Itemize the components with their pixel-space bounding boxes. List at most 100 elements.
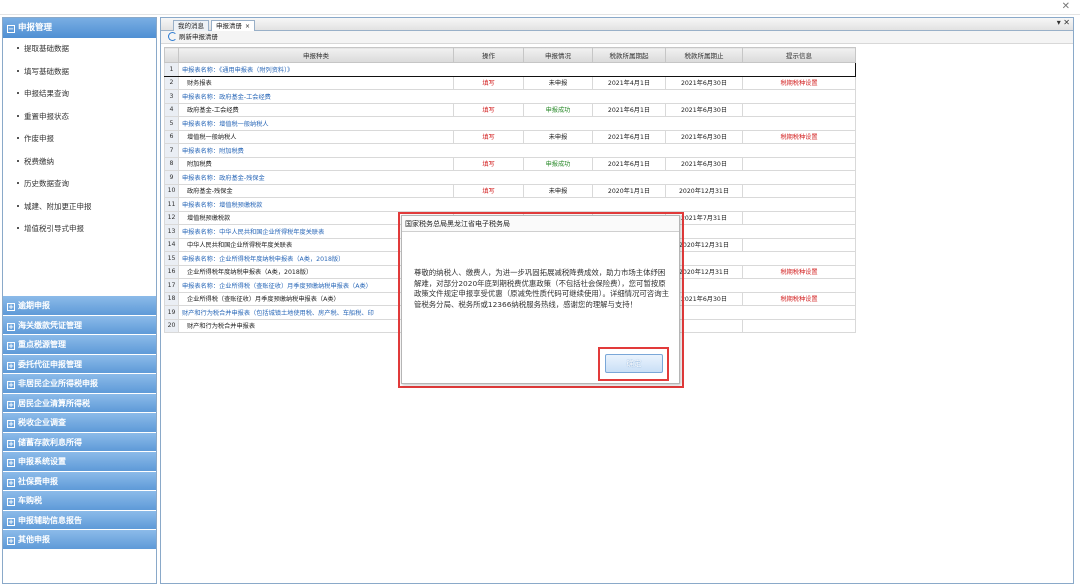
tip-link[interactable]: 税期税种设置	[742, 291, 856, 306]
row-number: 5	[164, 116, 179, 131]
section-title: 申报表名称：增值税预缴税款	[178, 197, 856, 212]
window-titlebar: ✕	[0, 0, 1080, 15]
table-row[interactable]: 11 申报表名称：增值税预缴税款	[164, 197, 856, 212]
toolbar: 刷新申报清册	[161, 31, 1073, 44]
sidebar-item[interactable]: 增值税引导式申报	[3, 218, 156, 241]
sidebar-item[interactable]: 填写基础数据	[3, 61, 156, 84]
refresh-icon	[168, 32, 177, 41]
sidebar-group[interactable]: + 其他申报	[3, 530, 156, 550]
tip-link[interactable]	[742, 183, 856, 198]
table-row[interactable]: 8 附加税费 填写 申报成功 2021年6月1日 2021年6月30日	[164, 156, 856, 171]
fill-link[interactable]: 填写	[453, 129, 524, 144]
column-header: 申报情况	[523, 47, 593, 63]
close-icon[interactable]: ×	[245, 23, 250, 30]
row-number: 15	[164, 251, 179, 266]
row-number: 6	[164, 129, 179, 144]
table-row[interactable]: 7 申报表名称：附加税费	[164, 143, 856, 158]
section-title: 申报表名称：附加税费	[178, 143, 856, 158]
row-number: 8	[164, 156, 179, 171]
tab-bar: 我的消息 申报清册 × ▾ ✕	[161, 18, 1073, 31]
sidebar-group[interactable]: + 申报辅助信息报告	[3, 510, 156, 530]
declaration-kind: 增值税一般纳税人	[178, 129, 454, 144]
table-row[interactable]: 4 政府基金-工会经费 填写 申报成功 2021年6月1日 2021年6月30日	[164, 102, 856, 117]
status-cell: 申报成功	[523, 102, 593, 117]
ok-button[interactable]: 确定	[605, 354, 663, 373]
sidebar-item[interactable]: 城建、附加更正申报	[3, 196, 156, 219]
table-row[interactable]: 2 财务报表 填写 未申报 2021年4月1日 2021年6月30日 税期税种设置	[164, 75, 856, 90]
sidebar-group[interactable]: + 申报系统设置	[3, 452, 156, 472]
period-end: 2021年6月30日	[665, 75, 743, 90]
sidebar-item-label: 重置申报状态	[24, 111, 69, 121]
tip-link[interactable]: 税期税种设置	[742, 75, 856, 90]
expand-icon: +	[7, 439, 15, 448]
bullet-icon	[17, 204, 19, 207]
row-number: 12	[164, 210, 179, 225]
bullet-icon	[17, 159, 19, 162]
tip-link[interactable]	[742, 210, 856, 225]
fill-link[interactable]: 填写	[453, 75, 524, 90]
sidebar-header-label: 申报管理	[18, 23, 53, 33]
period-start: 2021年6月1日	[592, 156, 666, 171]
table-row[interactable]: 6 增值税一般纳税人 填写 未申报 2021年6月1日 2021年6月30日 税期税种设置	[164, 129, 856, 144]
fill-link[interactable]: 填写	[453, 156, 524, 171]
refresh-button[interactable]: 刷新申报清册	[168, 32, 218, 43]
row-number: 10	[164, 183, 179, 198]
tip-link[interactable]: 税期税种设置	[742, 264, 856, 279]
column-header: 税款所属期止	[665, 47, 743, 63]
table-row[interactable]: 5 申报表名称：增值税一般纳税人	[164, 116, 856, 131]
tip-link[interactable]: 税期税种设置	[742, 129, 856, 144]
table-row[interactable]: 3 申报表名称：政府基金-工会经费	[164, 89, 856, 104]
row-number: 19	[164, 305, 179, 320]
tab-declaration-list[interactable]: 申报清册 ×	[211, 20, 256, 31]
sidebar-group[interactable]: + 车购税	[3, 491, 156, 511]
sidebar-group[interactable]: + 逾期申报	[3, 296, 156, 316]
bullet-icon	[17, 227, 19, 229]
fill-link[interactable]: 填写	[453, 102, 524, 117]
sidebar-group-label: 逾期申报	[18, 301, 50, 310]
sidebar-header[interactable]: − 申报管理	[3, 18, 156, 38]
sidebar-group[interactable]: + 非居民企业所得税申报	[3, 374, 156, 394]
sidebar-group[interactable]: + 海关缴款凭证管理	[3, 315, 156, 335]
expand-icon: +	[7, 322, 15, 331]
table-row[interactable]: 10 政府基金-残保金 填写 未申报 2020年1月1日 2020年12月31日	[164, 183, 856, 198]
tab-menu-icon[interactable]: ▾ ✕	[1057, 18, 1070, 27]
fill-link[interactable]: 填写	[453, 183, 524, 198]
section-title: 申报表名称：政府基金-残保金	[178, 170, 856, 185]
sidebar-item-label: 税费缴纳	[24, 156, 54, 166]
tip-link[interactable]	[742, 156, 856, 171]
sidebar-groups: + 逾期申报 + 海关缴款凭证管理 + 重点税源管理 + 委托代征申报管理 + 非居民企业所得税申…	[3, 296, 156, 550]
sidebar-group[interactable]: + 委托代征申报管理	[3, 354, 156, 374]
row-number: 9	[164, 170, 179, 185]
sidebar-item[interactable]: 提取基础数据	[3, 38, 156, 61]
status-cell: 未申报	[523, 129, 593, 144]
sidebar-group[interactable]: + 居民企业清算所得税	[3, 393, 156, 413]
bullet-icon	[17, 114, 19, 117]
sidebar-item[interactable]: 申报结果查询	[3, 83, 156, 106]
tab-my-messages[interactable]: 我的消息	[173, 20, 209, 31]
sidebar-group[interactable]: + 储蓄存款利息所得	[3, 432, 156, 452]
expand-icon: +	[7, 517, 15, 526]
tip-link[interactable]	[742, 318, 856, 333]
sidebar: − 申报管理 提取基础数据填写基础数据申报结果查询重置申报状态作废申报税费缴纳历史…	[2, 17, 157, 584]
sidebar-item-label: 增值税引导式申报	[24, 224, 84, 233]
sidebar-item[interactable]: 税费缴纳	[3, 151, 156, 174]
sidebar-group[interactable]: + 社保费申报	[3, 471, 156, 491]
table-row[interactable]: 9 申报表名称：政府基金-残保金	[164, 170, 856, 185]
close-icon[interactable]: ✕	[1062, 1, 1070, 12]
sidebar-group-label: 车购税	[18, 496, 42, 505]
tip-link[interactable]	[742, 237, 856, 252]
sidebar-group[interactable]: + 重点税源管理	[3, 335, 156, 355]
sidebar-item-label: 填写基础数据	[24, 66, 69, 76]
table-row[interactable]: 1 申报表名称：《通用申报表（附列资料）》	[164, 62, 856, 77]
sidebar-item[interactable]: 历史数据查询	[3, 173, 156, 196]
sidebar-item[interactable]: 作废申报	[3, 128, 156, 151]
sidebar-group[interactable]: + 税收企业调查	[3, 413, 156, 433]
sidebar-item[interactable]: 重置申报状态	[3, 106, 156, 129]
bullet-icon	[17, 47, 19, 49]
declaration-kind: 财务报表	[178, 75, 454, 90]
period-end: 2021年6月30日	[665, 156, 743, 171]
period-start: 2020年1月1日	[592, 183, 666, 198]
sidebar-group-label: 重点税源管理	[18, 340, 66, 349]
tip-link[interactable]	[742, 102, 856, 117]
